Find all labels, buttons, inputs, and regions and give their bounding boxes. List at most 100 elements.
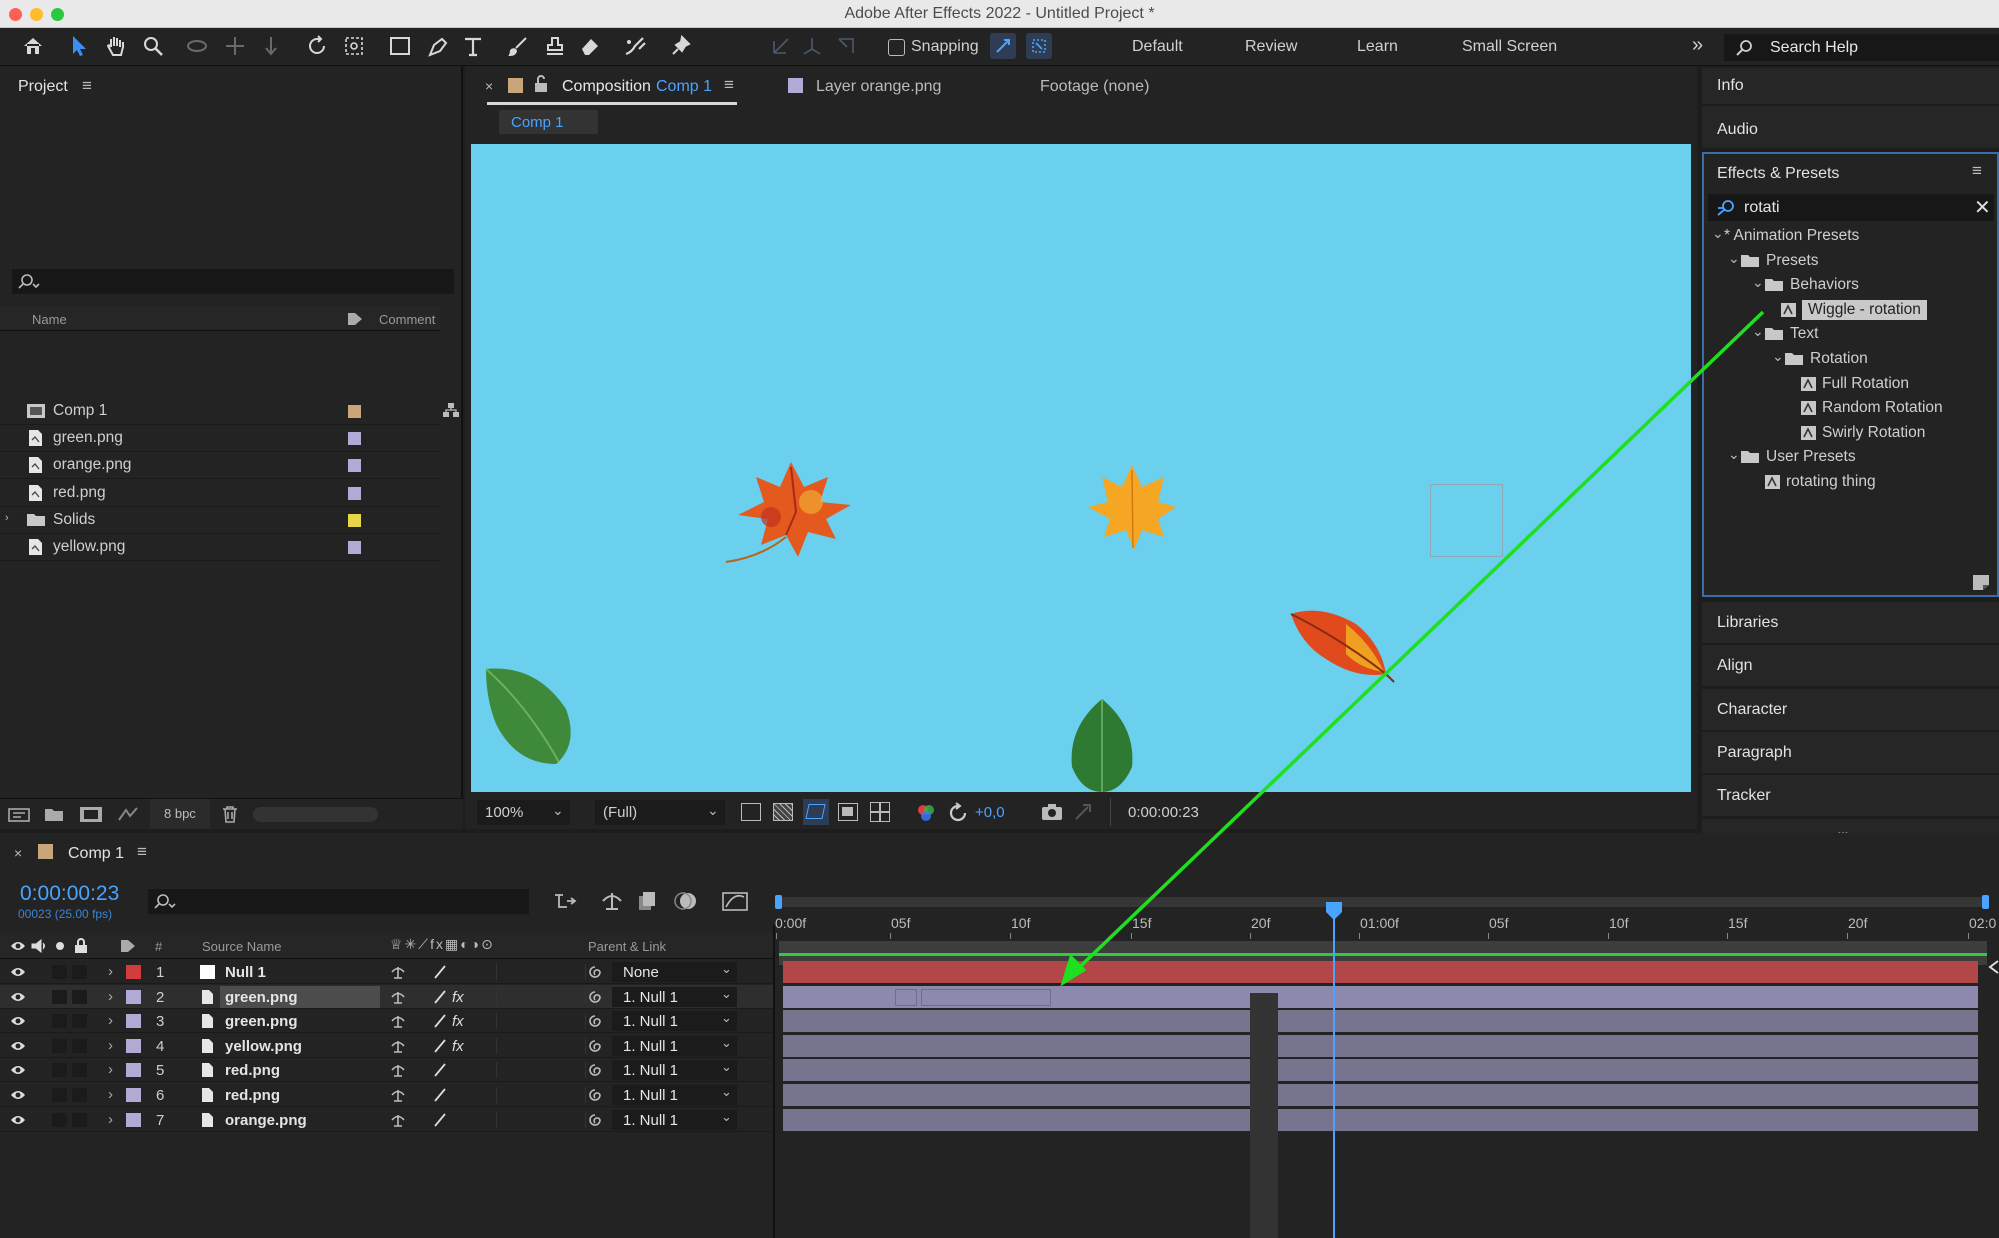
pick-whip-icon[interactable] — [587, 1013, 603, 1029]
reset-exposure-icon[interactable] — [947, 802, 969, 824]
effects-tree-item[interactable]: ⌄ Rotation — [1704, 347, 1994, 371]
layer-row[interactable]: › 6 red.png 1. Null 1 ⌄ — [0, 1083, 775, 1107]
parent-select[interactable]: 1. Null 1 ⌄ — [612, 1010, 737, 1032]
shy-switch-icon[interactable] — [390, 1014, 406, 1028]
solo-toggle[interactable] — [52, 965, 67, 979]
bit-depth-button[interactable]: 8 bpc — [150, 799, 210, 829]
align-panel-header[interactable]: Align — [1702, 645, 1999, 687]
quality-switch-icon[interactable] — [433, 1087, 447, 1103]
chevron-right-icon[interactable]: › — [108, 1086, 113, 1103]
pick-whip-icon[interactable] — [587, 1112, 603, 1128]
chevron-down-icon[interactable]: ⌄ — [1772, 344, 1784, 368]
layer-duration-bar[interactable] — [783, 1034, 1978, 1057]
selection-tool-icon[interactable] — [64, 31, 94, 61]
fx-switch-icon[interactable]: fx — [452, 1038, 464, 1055]
work-area-end-handle[interactable] — [1982, 895, 1989, 909]
lock-toggle[interactable] — [72, 1063, 87, 1078]
layer-row[interactable]: › 3 green.png fx 1. Null 1 ⌄ — [0, 1009, 775, 1034]
mask-visibility-icon[interactable] — [803, 799, 829, 825]
audio-panel-header[interactable]: Audio — [1702, 106, 1999, 148]
quality-switch-icon[interactable] — [433, 1013, 447, 1029]
effects-tree-item[interactable]: Random Rotation — [1704, 396, 1994, 420]
lock-toggle[interactable] — [72, 989, 87, 1004]
parent-select[interactable]: 1. Null 1 ⌄ — [612, 986, 737, 1007]
clone-stamp-tool-icon[interactable] — [540, 31, 570, 61]
shy-switch-icon[interactable] — [390, 1063, 406, 1078]
solo-toggle[interactable] — [52, 989, 67, 1004]
workspace-default[interactable]: Default — [1132, 38, 1183, 56]
column-source-name[interactable]: Source Name — [202, 939, 281, 954]
parent-select[interactable]: 1. Null 1 ⌄ — [612, 1084, 737, 1105]
column-name[interactable]: Name — [32, 312, 67, 327]
lock-toggle[interactable] — [72, 1088, 87, 1102]
column-number[interactable]: # — [155, 939, 162, 954]
trash-icon[interactable] — [222, 806, 238, 823]
green-leaf-bottom[interactable] — [1066, 697, 1138, 792]
parent-select[interactable]: None ⌄ — [612, 961, 737, 982]
pick-whip-icon[interactable] — [587, 1087, 603, 1103]
timeline-menu-icon[interactable]: ≡ — [137, 842, 147, 862]
project-item[interactable]: red.png — [0, 480, 440, 507]
project-settings-icon[interactable] — [116, 806, 140, 823]
snapshot-camera-icon[interactable] — [1041, 803, 1063, 821]
axis-view-icon[interactable] — [831, 31, 861, 61]
effects-tree-item[interactable]: ⌄ Presets — [1704, 249, 1994, 273]
audio-icon[interactable] — [31, 939, 47, 953]
flowchart-icon[interactable] — [442, 402, 460, 418]
pen-tool-icon[interactable] — [422, 31, 452, 61]
pick-whip-icon[interactable] — [587, 989, 603, 1005]
null-object-outline[interactable] — [1430, 484, 1503, 557]
graph-editor-icon[interactable] — [722, 890, 748, 912]
shy-layers-icon[interactable] — [600, 891, 624, 911]
yellow-maple-leaf[interactable] — [1084, 462, 1179, 552]
fx-switch-icon[interactable]: fx — [452, 1013, 464, 1030]
quality-switch-icon[interactable] — [433, 1062, 447, 1078]
layer-source-name[interactable]: green.png — [225, 989, 298, 1006]
layer-row[interactable]: › 5 red.png 1. Null 1 ⌄ — [0, 1058, 775, 1083]
fast-previews-icon[interactable] — [741, 803, 761, 821]
time-ruler[interactable]: 0:00f 05f 10f 15f 20f 01:00f 05f 10f 15f 20f 02:0 — [775, 889, 1999, 969]
eraser-tool-icon[interactable] — [575, 31, 605, 61]
rotate-tool-icon[interactable] — [302, 31, 332, 61]
layer-source-name[interactable]: orange.png — [225, 1112, 307, 1129]
column-comment[interactable]: Comment — [379, 312, 435, 327]
snap-edges-icon[interactable] — [990, 33, 1016, 59]
shy-switch-icon[interactable] — [390, 965, 406, 979]
chevron-right-icon[interactable]: › — [5, 512, 9, 524]
orbit-tool-icon[interactable] — [182, 31, 212, 61]
pick-whip-icon[interactable] — [587, 1038, 603, 1054]
pick-whip-icon[interactable] — [587, 964, 603, 980]
thumbnail-size-slider[interactable] — [253, 807, 378, 822]
snap-features-icon[interactable] — [1026, 33, 1052, 59]
workspace-review[interactable]: Review — [1245, 38, 1297, 56]
layer-duration-bar[interactable] — [783, 1059, 1978, 1082]
rectangle-tool-icon[interactable] — [385, 31, 415, 61]
region-of-interest-icon[interactable] — [838, 803, 858, 821]
current-time-indicator-line[interactable] — [1333, 902, 1335, 1238]
solo-toggle[interactable] — [52, 1038, 67, 1053]
lock-icon[interactable] — [74, 938, 88, 954]
clear-search-icon[interactable]: ✕ — [1974, 195, 1991, 220]
label-swatch[interactable] — [348, 514, 361, 527]
layer-label-swatch[interactable] — [126, 1112, 141, 1127]
quality-switch-icon[interactable] — [433, 1112, 447, 1128]
parent-select[interactable]: 1. Null 1 ⌄ — [612, 1109, 737, 1130]
magnification-select[interactable]: 100% ⌄ — [477, 800, 570, 825]
home-icon[interactable] — [18, 31, 48, 61]
chevrons-right-icon[interactable]: » — [1692, 34, 1703, 57]
layer-duration-bar[interactable] — [783, 1108, 1978, 1131]
project-menu-icon[interactable]: ≡ — [82, 76, 92, 96]
lock-toggle[interactable] — [72, 1014, 87, 1029]
red-leaf[interactable] — [1286, 604, 1396, 684]
label-swatch[interactable] — [348, 541, 361, 554]
shy-switch-icon[interactable] — [390, 1113, 406, 1127]
work-area-bar[interactable] — [778, 897, 1988, 907]
layer-label-swatch[interactable] — [126, 1014, 141, 1029]
solo-toggle[interactable] — [52, 1063, 67, 1078]
chevron-down-icon[interactable]: ⌄ — [1728, 246, 1740, 270]
paragraph-panel-header[interactable]: Paragraph — [1702, 731, 1999, 773]
fx-switch-icon[interactable]: fx — [452, 989, 464, 1006]
pick-whip-icon[interactable] — [587, 1062, 603, 1078]
comp-breadcrumb[interactable]: Comp 1 — [499, 110, 598, 134]
comp-tab-name[interactable]: Comp 1 — [656, 78, 712, 96]
